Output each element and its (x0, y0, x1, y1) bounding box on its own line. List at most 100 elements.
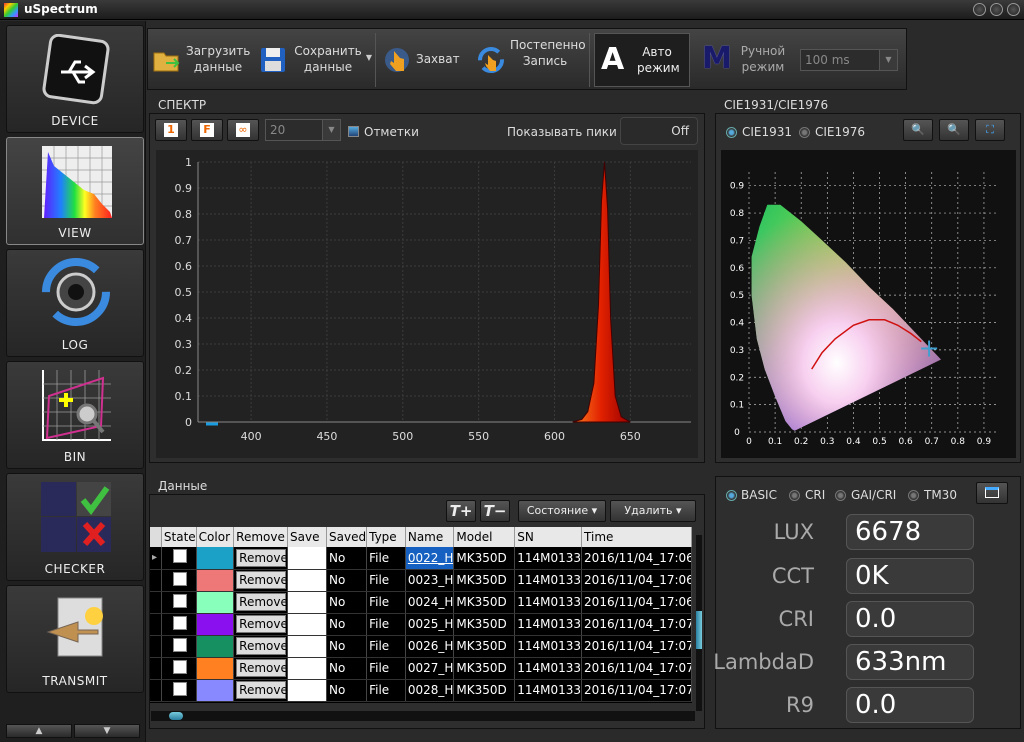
sidebar-item-label: TRANSMIT (42, 674, 108, 688)
continuous-record-button[interactable]: Постепенно Запись (474, 33, 586, 87)
cie1931-radio[interactable] (726, 127, 737, 138)
x-tick-label: 650 (620, 430, 641, 443)
remove-cell: Remove (233, 569, 289, 592)
close-button[interactable] (1007, 3, 1020, 16)
app-logo-icon (4, 3, 18, 17)
y-tick-label: 0.6 (175, 260, 193, 273)
column-header-model[interactable]: Model (453, 527, 516, 547)
remove-row-button[interactable]: Remove (236, 593, 287, 611)
remove-cell: Remove (233, 679, 289, 702)
name-cell: 0024_H (405, 591, 455, 614)
sidebar-item-device[interactable]: DEVICE (6, 25, 144, 133)
table-row[interactable]: Remove No File 0023_H MK350D 114M0133 2016/11/… (150, 569, 692, 592)
column-header-color[interactable]: Color (196, 527, 235, 547)
save-dropdown-arrow-icon[interactable]: ▼ (366, 53, 372, 62)
save-cell (287, 635, 328, 658)
tm30-tab-radio[interactable] (908, 490, 919, 501)
basic-tab-radio[interactable] (726, 490, 737, 501)
maximize-button[interactable] (990, 3, 1003, 16)
cie1976-radio[interactable] (799, 127, 810, 138)
save-data-button[interactable]: Сохранить данные ▼ (256, 33, 374, 87)
vertical-scrollbar-thumb[interactable] (696, 611, 702, 649)
state-dropdown[interactable]: Состояние ▾ (518, 500, 606, 522)
load-data-button[interactable]: Загрузить данные (150, 33, 254, 87)
vertical-scrollbar[interactable] (696, 535, 702, 711)
manual-mode-button[interactable]: M Ручной режим (696, 33, 792, 87)
table-row[interactable]: ▸ Remove No File 0022_H MK350D 114M0133 2016/11… (150, 547, 692, 570)
cie-x-tick-label: 0.8 (951, 437, 966, 447)
sidebar-scroll-down-button[interactable]: ▼ (74, 724, 140, 738)
time-cell: 2016/11/04_17:06:4 (581, 569, 692, 592)
metric-label: CCT (771, 564, 814, 588)
minimize-button[interactable] (973, 3, 986, 16)
cie-x-tick-label: 0.7 (925, 437, 939, 447)
delete-dropdown[interactable]: Удалить ▾ (610, 500, 696, 522)
capture-button[interactable]: Захват (380, 33, 466, 87)
column-header-save[interactable]: Save (287, 527, 328, 547)
state-checkbox[interactable] (172, 615, 187, 630)
marks-checkbox[interactable] (348, 126, 359, 137)
time-cell: 2016/11/04_17:07:3 (581, 679, 692, 702)
state-checkbox[interactable] (172, 593, 187, 608)
column-header-sn[interactable]: SN (514, 527, 583, 547)
state-checkbox[interactable] (172, 549, 187, 564)
zoom-in-button[interactable]: 🔍 (903, 119, 933, 141)
cie-y-tick-label: 0.3 (730, 346, 744, 356)
y-tick-label: 0.8 (175, 208, 193, 221)
average-count-select[interactable]: 20 ▼ (265, 119, 341, 141)
infinite-mode-button[interactable]: ∞ (227, 119, 259, 141)
type-cell: File (366, 591, 406, 614)
column-header-name[interactable]: Name (405, 527, 455, 547)
auto-mode-button[interactable]: A Авто режим (594, 33, 690, 87)
state-checkbox[interactable] (172, 659, 187, 674)
show-peaks-toggle[interactable]: Off (620, 117, 698, 145)
gai-cri-tab-radio[interactable] (835, 490, 846, 501)
state-checkbox[interactable] (172, 637, 187, 652)
row-indicator (150, 679, 162, 702)
remove-row-button[interactable]: Remove (236, 637, 287, 655)
remove-text-button[interactable]: T− (480, 500, 510, 522)
column-header-type[interactable]: Type (366, 527, 406, 547)
table-row[interactable]: Remove No File 0028_H MK350D 114M0133 2016/11/… (150, 679, 692, 702)
add-text-button[interactable]: T+ (446, 500, 476, 522)
sidebar-item-log[interactable]: LOG (6, 249, 144, 357)
sidebar-item-transmit[interactable]: TRANSMIT (6, 585, 144, 693)
chevron-down-icon: ▾ (676, 504, 682, 517)
sidebar-item-bin[interactable]: BIN (6, 361, 144, 469)
remove-row-button[interactable]: Remove (236, 681, 287, 699)
sidebar-item-checker[interactable]: CHECKER (6, 473, 144, 581)
interval-select[interactable]: 100 ms ▼ (800, 49, 898, 71)
color-swatch (196, 591, 235, 614)
column-header-time[interactable]: Time (581, 527, 692, 547)
cie-x-tick-label: 0.4 (846, 437, 861, 447)
horizontal-scrollbar-thumb[interactable] (169, 712, 183, 720)
table-row[interactable]: Remove No File 0025_H MK350D 114M0133 2016/11/… (150, 613, 692, 636)
remove-row-button[interactable]: Remove (236, 659, 287, 677)
state-checkbox[interactable] (172, 681, 187, 696)
y-tick-label: 0.3 (175, 338, 193, 351)
table-row[interactable]: Remove No File 0024_H MK350D 114M0133 2016/11/… (150, 591, 692, 614)
column-header-saved[interactable]: Saved (326, 527, 368, 547)
remove-row-button[interactable]: Remove (236, 548, 287, 567)
sidebar-scroll-up-button[interactable]: ▲ (6, 724, 72, 738)
export-metrics-button[interactable] (976, 482, 1008, 504)
single-mode-button[interactable]: 1 (155, 119, 187, 141)
capture-label: Захват (416, 52, 460, 66)
zoom-out-button[interactable]: 🔍 (939, 119, 969, 141)
fit-view-button[interactable]: ⛶ (975, 119, 1005, 141)
x-tick-label: 500 (392, 430, 413, 443)
table-row[interactable]: Remove No File 0026_H MK350D 114M0133 2016/11/… (150, 635, 692, 658)
remove-row-button[interactable]: Remove (236, 571, 287, 589)
show-peaks-label: Показывать пики (507, 125, 617, 139)
horizontal-scrollbar[interactable] (151, 711, 695, 721)
cie-x-tick-label: 0.5 (872, 437, 886, 447)
sidebar-item-view[interactable]: VIEW (6, 137, 144, 245)
state-checkbox[interactable] (172, 571, 187, 586)
model-cell: MK350D (453, 613, 516, 636)
cri-tab-radio[interactable] (789, 490, 800, 501)
column-header-remove[interactable]: Remove (233, 527, 289, 547)
column-header-state[interactable]: State (161, 527, 197, 547)
remove-row-button[interactable]: Remove (236, 615, 287, 633)
table-row[interactable]: Remove No File 0027_H MK350D 114M0133 2016/11/… (150, 657, 692, 680)
f-mode-button[interactable]: F (191, 119, 223, 141)
